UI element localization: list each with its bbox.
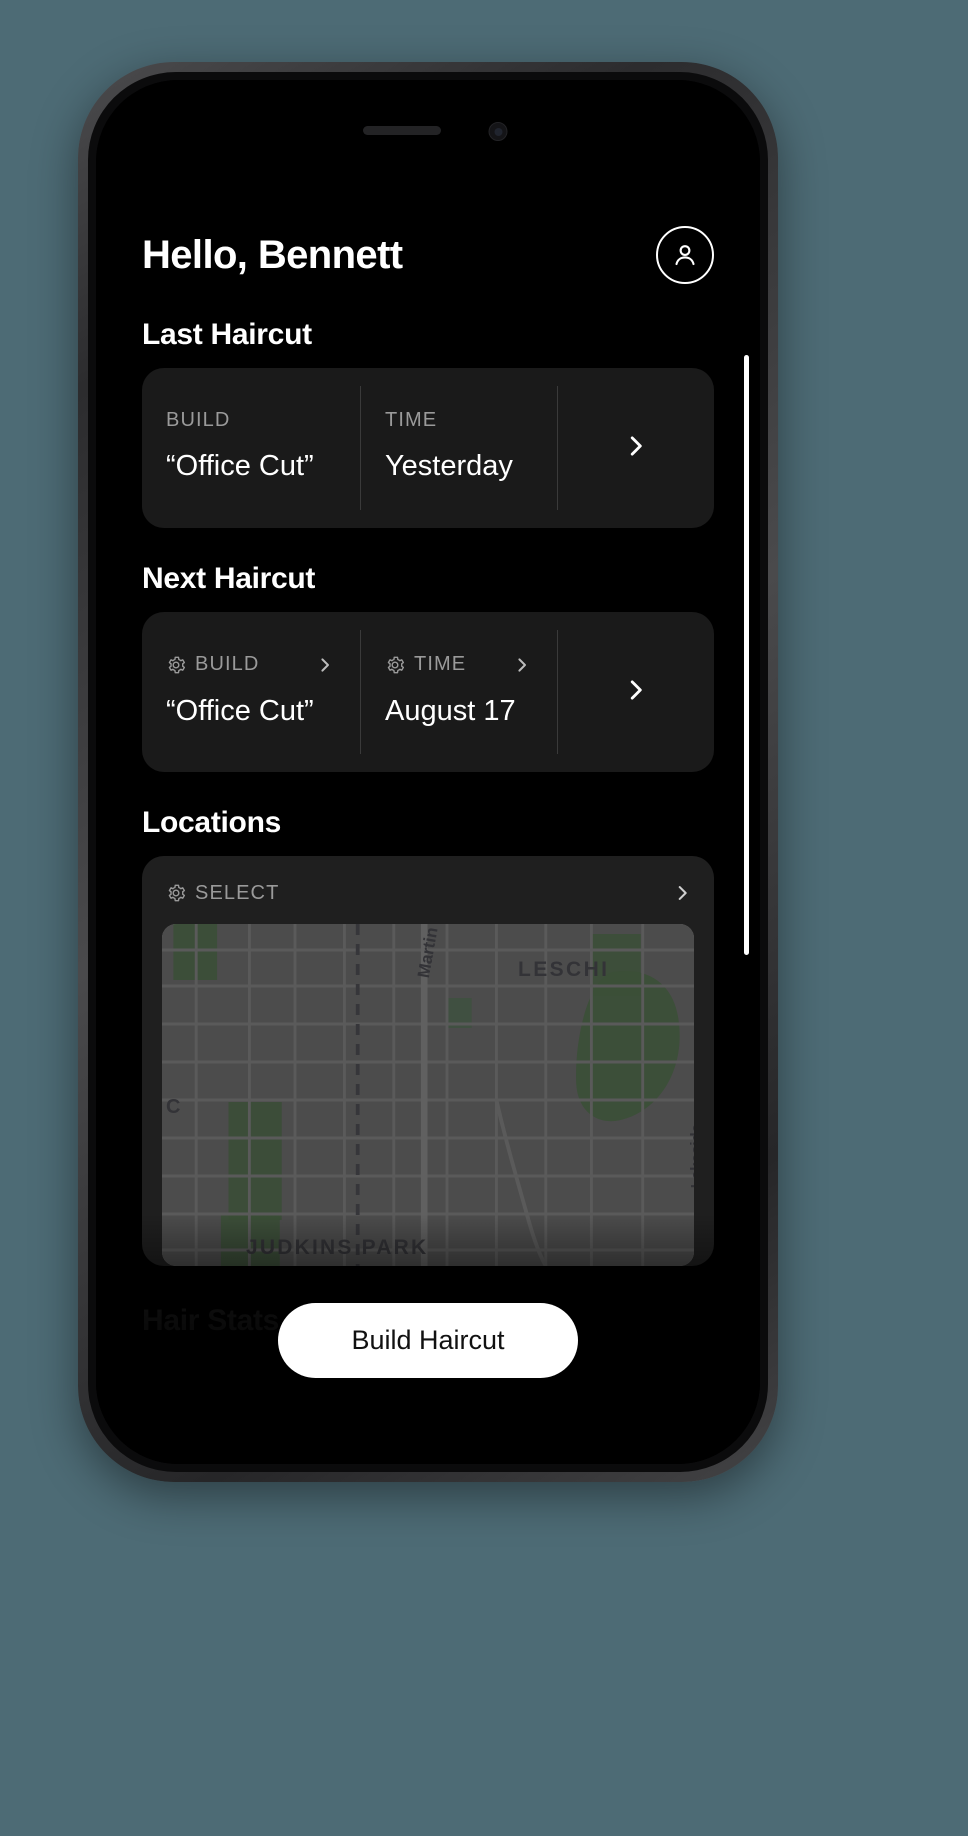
notch [283, 80, 573, 154]
earpiece-speaker [363, 126, 441, 135]
next-haircut-build-label-row: BUILD [166, 653, 360, 677]
chevron-right-icon[interactable] [513, 653, 531, 677]
next-haircut-card[interactable]: BUILD “Office Cut” TIME August 17 [142, 612, 714, 772]
next-haircut-open-button[interactable] [558, 612, 714, 772]
locations-select-label: SELECT [195, 881, 280, 904]
section-title-locations: Locations [142, 806, 281, 839]
gear-icon [166, 883, 186, 903]
section-title-last-haircut: Last Haircut [142, 318, 312, 351]
section-title-next-haircut: Next Haircut [142, 562, 316, 595]
next-haircut-build-value: “Office Cut” [166, 694, 314, 727]
next-haircut-time-column[interactable]: TIME August 17 [361, 612, 557, 772]
chevron-right-icon[interactable] [316, 653, 334, 677]
locations-select-row[interactable]: SELECT [142, 856, 714, 924]
last-haircut-columns: BUILD “Office Cut” TIME Yesterday [142, 368, 714, 528]
scrollbar[interactable] [744, 355, 749, 955]
page-title: Hello, Bennett [142, 232, 403, 277]
next-haircut-time-label: TIME [414, 653, 467, 675]
profile-button[interactable] [656, 226, 714, 284]
next-haircut-columns: BUILD “Office Cut” TIME August 17 [142, 612, 714, 772]
map-overlay-dim [162, 924, 694, 1266]
next-haircut-time-label-row: TIME [385, 653, 557, 677]
last-haircut-time-label: TIME [385, 409, 438, 431]
last-haircut-build-value: “Office Cut” [166, 450, 314, 482]
screenshot-root: Hello, Bennett Last Haircut BUILD “Offic… [0, 0, 968, 1836]
phone-screen: Hello, Bennett Last Haircut BUILD “Offic… [96, 80, 760, 1464]
phone-frame: Hello, Bennett Last Haircut BUILD “Offic… [78, 62, 778, 1482]
last-haircut-time-column: TIME Yesterday [361, 368, 557, 528]
chevron-right-icon [623, 428, 649, 464]
next-haircut-build-column[interactable]: BUILD “Office Cut” [142, 612, 360, 772]
locations-select-label-row: SELECT [166, 882, 279, 905]
last-haircut-time-value: Yesterday [385, 450, 513, 482]
last-haircut-open-button[interactable] [558, 368, 714, 528]
last-haircut-card[interactable]: BUILD “Office Cut” TIME Yesterday [142, 368, 714, 528]
last-haircut-time-label-row: TIME [385, 409, 557, 432]
chevron-right-icon[interactable] [673, 880, 692, 906]
last-haircut-build-column: BUILD “Office Cut” [142, 368, 360, 528]
scroll-content: Hello, Bennett Last Haircut BUILD “Offic… [96, 80, 760, 1338]
gear-icon [385, 655, 405, 675]
gear-icon [166, 655, 186, 675]
location-map[interactable]: LESCHI JUDKINS PARK Martin Luther King J… [162, 924, 694, 1266]
user-circle-icon [675, 245, 695, 266]
chevron-right-icon [623, 672, 649, 708]
build-haircut-button[interactable]: Build Haircut [278, 1303, 578, 1378]
next-haircut-build-label: BUILD [195, 653, 260, 675]
front-camera-icon [488, 122, 508, 141]
app-viewport: Hello, Bennett Last Haircut BUILD “Offic… [96, 80, 760, 1464]
locations-card[interactable]: SELECT LESCHI JUDKINS PARK Lakeside C [142, 856, 714, 1266]
last-haircut-build-label-row: BUILD [166, 409, 360, 432]
last-haircut-build-label: BUILD [166, 409, 231, 431]
phone-bezel: Hello, Bennett Last Haircut BUILD “Offic… [88, 72, 768, 1472]
next-haircut-time-value: August 17 [385, 694, 516, 727]
